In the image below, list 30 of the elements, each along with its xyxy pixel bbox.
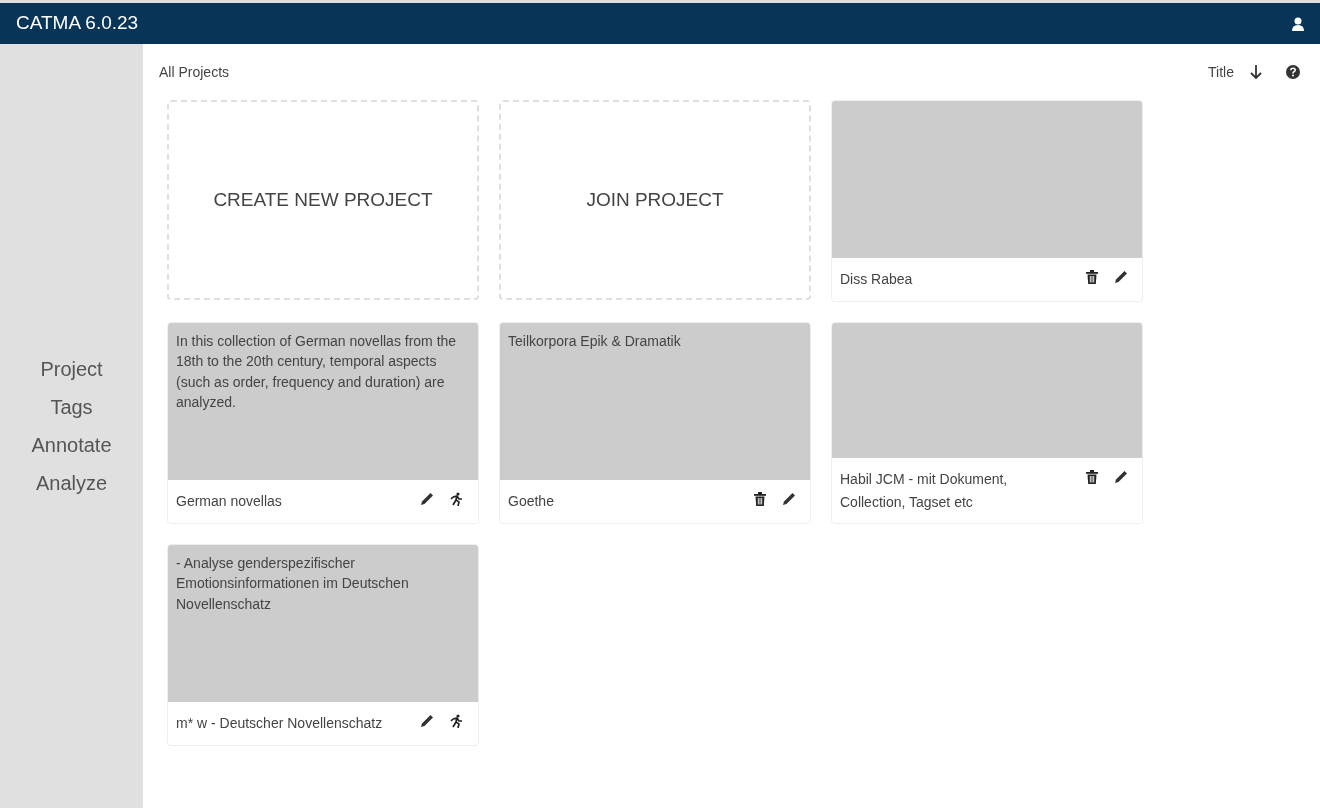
sort-arrow-icon[interactable]: [1250, 64, 1262, 80]
sidebar-item[interactable]: Tags: [50, 392, 93, 422]
breadcrumb: All Projects: [159, 62, 231, 82]
running-person-icon: [450, 492, 464, 506]
sidebar-item[interactable]: Annotate: [31, 430, 112, 460]
project-description: In this collection of German novellas from the 18th to the 20th century, temporal aspects (such as order, frequency and duration) are analyzed.: [176, 332, 458, 412]
running-person-icon: [450, 714, 464, 728]
trash-icon: [1086, 270, 1098, 284]
pencil-icon: [1114, 270, 1128, 284]
trash-icon: [1086, 470, 1098, 485]
help-icon[interactable]: [1286, 65, 1300, 79]
sort-label: Title: [1208, 62, 1234, 82]
project-description: - Analyse genderspezifischer Emotionsinformationen im Deutschen Novellenschatz: [176, 554, 410, 614]
action-card[interactable]: JOIN PROJECT: [499, 100, 811, 300]
sidebar-item[interactable]: Analyze: [35, 468, 108, 498]
project-name[interactable]: German novellas: [176, 490, 410, 513]
sidebar-item[interactable]: Project: [40, 354, 103, 384]
action-card[interactable]: CREATE NEW PROJECT: [167, 100, 479, 300]
project-name[interactable]: Habil JCM - mit Dokument, Collection, Tagset etc: [840, 468, 1076, 513]
project-name[interactable]: Goethe: [508, 490, 744, 513]
pencil-icon: [1114, 470, 1128, 485]
project-description: Teilkorpora Epik & Dramatik: [508, 332, 682, 351]
pencil-icon: [420, 492, 434, 506]
pencil-icon: [782, 492, 796, 506]
user-icon[interactable]: [1292, 16, 1304, 31]
trash-icon: [754, 492, 766, 506]
project-name[interactable]: Diss Rabea: [840, 268, 1076, 291]
pencil-icon: [420, 714, 434, 728]
project-name[interactable]: m* w - Deutscher Novellenschatz: [176, 712, 410, 735]
app-title: CATMA 6.0.23: [16, 11, 139, 36]
